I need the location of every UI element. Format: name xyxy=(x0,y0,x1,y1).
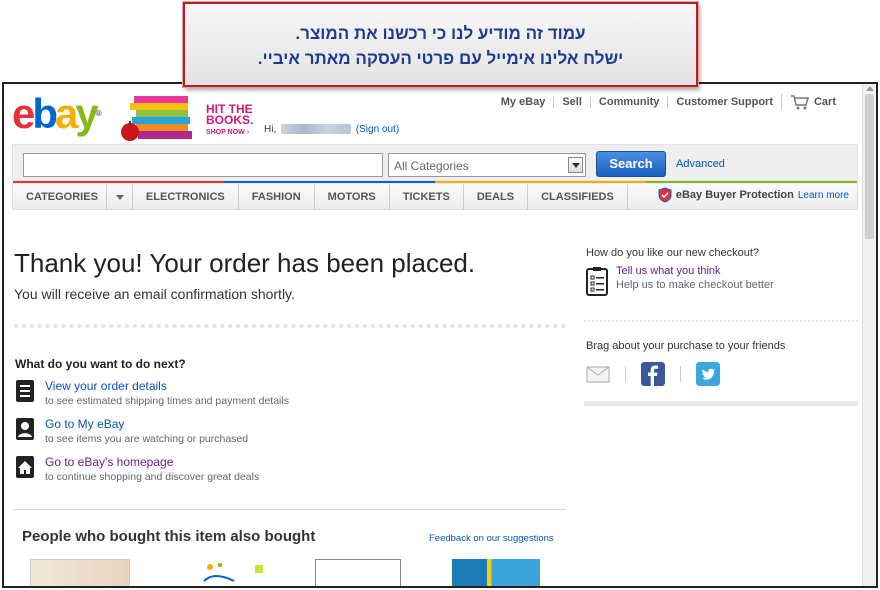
learn-more-link[interactable]: Learn more xyxy=(798,190,849,201)
social-separator xyxy=(680,366,681,382)
section-divider xyxy=(14,324,566,328)
home-icon xyxy=(16,456,34,478)
callout-line-2: ישלח אלינו אימייל עם פרטי העסקה מאתר איב… xyxy=(257,49,624,68)
homepage-desc: to continue shopping and discover great … xyxy=(45,471,260,483)
search-bar: All Categories Search Advanced xyxy=(12,144,858,181)
nav-sell[interactable]: Sell xyxy=(553,96,590,108)
document-icon xyxy=(16,380,34,402)
category-select[interactable]: All Categories xyxy=(388,153,586,177)
vertical-scrollbar[interactable] xyxy=(862,84,876,586)
brand-color-strip xyxy=(13,181,857,183)
chevron-down-icon[interactable] xyxy=(568,157,583,173)
callout-line-1: עמוד זה מודיע לנו כי רכשנו את המוצר. xyxy=(295,24,586,43)
logo-letter-y: y xyxy=(75,90,98,137)
product-thumbnail[interactable] xyxy=(452,559,540,586)
social-separator xyxy=(625,366,626,382)
tab-classifieds[interactable]: CLASSIFIEDS xyxy=(528,184,628,210)
categories-dropdown-icon[interactable] xyxy=(107,184,133,210)
cart-icon xyxy=(790,95,809,110)
greeting-text: Hi, xyxy=(264,124,277,135)
facebook-icon[interactable] xyxy=(641,362,665,386)
shield-icon xyxy=(658,187,672,203)
nav-community[interactable]: Community xyxy=(589,96,668,108)
view-order-desc: to see estimated shipping times and paym… xyxy=(45,395,289,407)
tab-electronics[interactable]: ELECTRONICS xyxy=(133,184,239,210)
feedback-suggestions-link[interactable]: Feedback on our suggestions xyxy=(429,533,554,544)
page-title: Thank you! Your order has been placed. xyxy=(14,248,476,278)
tab-deals[interactable]: DEALS xyxy=(464,184,529,210)
category-select-value: All Categories xyxy=(394,159,469,173)
promo-line-2: BOOKS. xyxy=(206,113,254,127)
product-thumbnail[interactable] xyxy=(200,559,270,586)
product-thumbnail[interactable] xyxy=(30,559,130,586)
homepage-link[interactable]: Go to eBay's homepage xyxy=(45,455,173,469)
checkout-survey-question: How do you like our new checkout? xyxy=(586,247,760,259)
sign-out-link[interactable]: (Sign out) xyxy=(356,124,399,135)
logo-letter-b: b xyxy=(32,90,58,137)
cart-label: Cart xyxy=(813,96,836,108)
search-button[interactable]: Search xyxy=(596,151,666,177)
username-redacted xyxy=(281,124,352,135)
sidebar-divider xyxy=(584,401,858,406)
brag-heading: Brag about your purchase to your friends xyxy=(586,340,786,352)
my-ebay-desc: to see items you are watching or purchas… xyxy=(45,433,249,445)
confirmation-note: You will receive an email confirmation s… xyxy=(14,286,295,302)
product-thumbnail[interactable] xyxy=(315,559,401,586)
clipboard-icon xyxy=(586,267,608,296)
person-icon xyxy=(16,418,34,440)
view-order-link[interactable]: View your order details xyxy=(45,379,167,393)
tell-us-link[interactable]: Tell us what you think xyxy=(616,265,721,277)
instruction-callout: עמוד זה מודיע לנו כי רכשנו את המוצר. ישל… xyxy=(183,2,698,87)
category-tabs: CATEGORIES ELECTRONICS FASHION MOTORS TI… xyxy=(13,184,628,210)
promo-shop-now[interactable]: SHOP NOW › xyxy=(206,129,249,136)
browser-viewport: ebay® HIT THE BOOKS. SHOP NOW › Hi, (Sig… xyxy=(2,82,878,588)
scrollbar-thumb[interactable] xyxy=(865,94,874,239)
registered-mark: ® xyxy=(95,109,102,118)
promo-banner[interactable]: HIT THE BOOKS. SHOP NOW › xyxy=(120,92,255,144)
my-ebay-link[interactable]: Go to My eBay xyxy=(45,417,124,431)
also-bought-heading: People who bought this item also bought xyxy=(22,528,316,545)
buyer-protection[interactable]: eBay Buyer Protection Learn more xyxy=(658,187,849,203)
next-steps-heading: What do you want to do next? xyxy=(15,357,186,371)
tab-motors[interactable]: MOTORS xyxy=(315,184,390,210)
top-nav: My eBay Sell Community Customer Support … xyxy=(493,94,844,110)
user-greeting: Hi, (Sign out) xyxy=(264,124,399,135)
books-illustration-icon xyxy=(121,96,192,141)
twitter-icon[interactable] xyxy=(696,362,720,386)
advanced-search-link[interactable]: Advanced xyxy=(676,158,725,170)
search-input[interactable] xyxy=(23,153,383,177)
tab-tickets[interactable]: TICKETS xyxy=(390,184,464,210)
section-divider xyxy=(14,509,566,510)
buyer-protection-label: eBay Buyer Protection xyxy=(675,189,794,201)
category-bar: CATEGORIES ELECTRONICS FASHION MOTORS TI… xyxy=(12,181,858,210)
social-share xyxy=(586,362,720,386)
sidebar-divider xyxy=(584,320,858,322)
ebay-logo[interactable]: ebay® xyxy=(12,92,112,136)
baby-einstein-logo-icon xyxy=(203,563,263,582)
tab-fashion[interactable]: FASHION xyxy=(239,184,315,210)
nav-customer-support[interactable]: Customer Support xyxy=(667,96,781,108)
tell-us-desc: Help us to make checkout better xyxy=(616,279,774,291)
logo-letter-e: e xyxy=(12,90,35,137)
promo-headline: HIT THE BOOKS. xyxy=(206,103,254,127)
page-content: ebay® HIT THE BOOKS. SHOP NOW › Hi, (Sig… xyxy=(12,84,858,586)
logo-letter-a: a xyxy=(55,90,78,137)
mail-icon[interactable] xyxy=(586,362,610,386)
nav-my-ebay[interactable]: My eBay xyxy=(493,96,554,108)
tab-categories[interactable]: CATEGORIES xyxy=(13,184,107,210)
nav-cart[interactable]: Cart xyxy=(780,94,844,110)
scroll-up-icon[interactable] xyxy=(866,86,874,91)
